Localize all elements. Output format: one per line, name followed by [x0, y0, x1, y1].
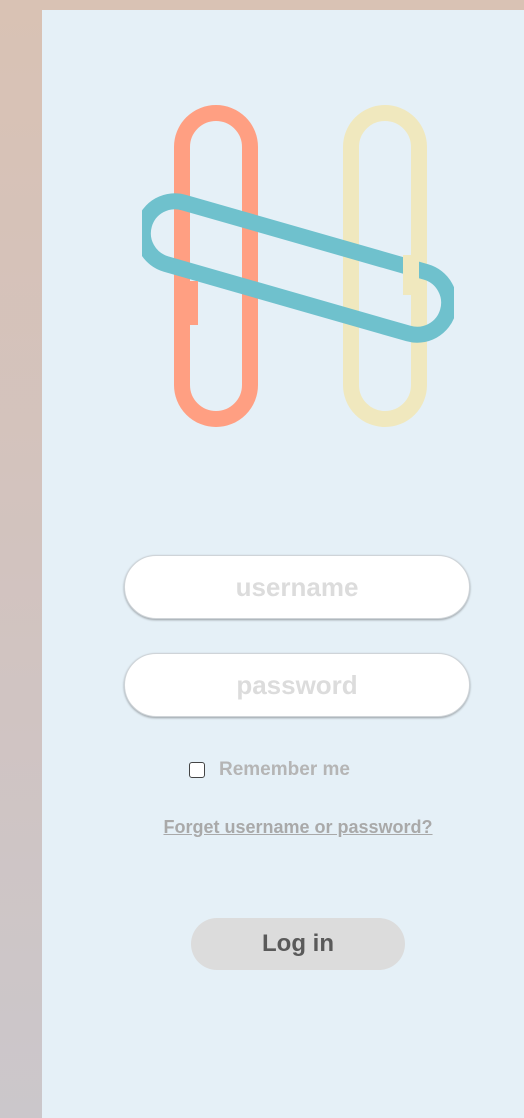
username-input[interactable] — [124, 555, 470, 619]
h-links-logo-icon — [142, 105, 454, 427]
remember-me-row[interactable]: Remember me — [189, 759, 350, 781]
forgot-credentials-link[interactable]: Forget username or password? — [42, 817, 524, 838]
password-input[interactable] — [124, 653, 470, 717]
remember-me-checkbox[interactable] — [189, 762, 205, 778]
remember-me-label: Remember me — [219, 759, 350, 780]
login-panel: Remember me Forget username or password?… — [42, 10, 524, 1118]
login-button[interactable]: Log in — [191, 918, 405, 970]
